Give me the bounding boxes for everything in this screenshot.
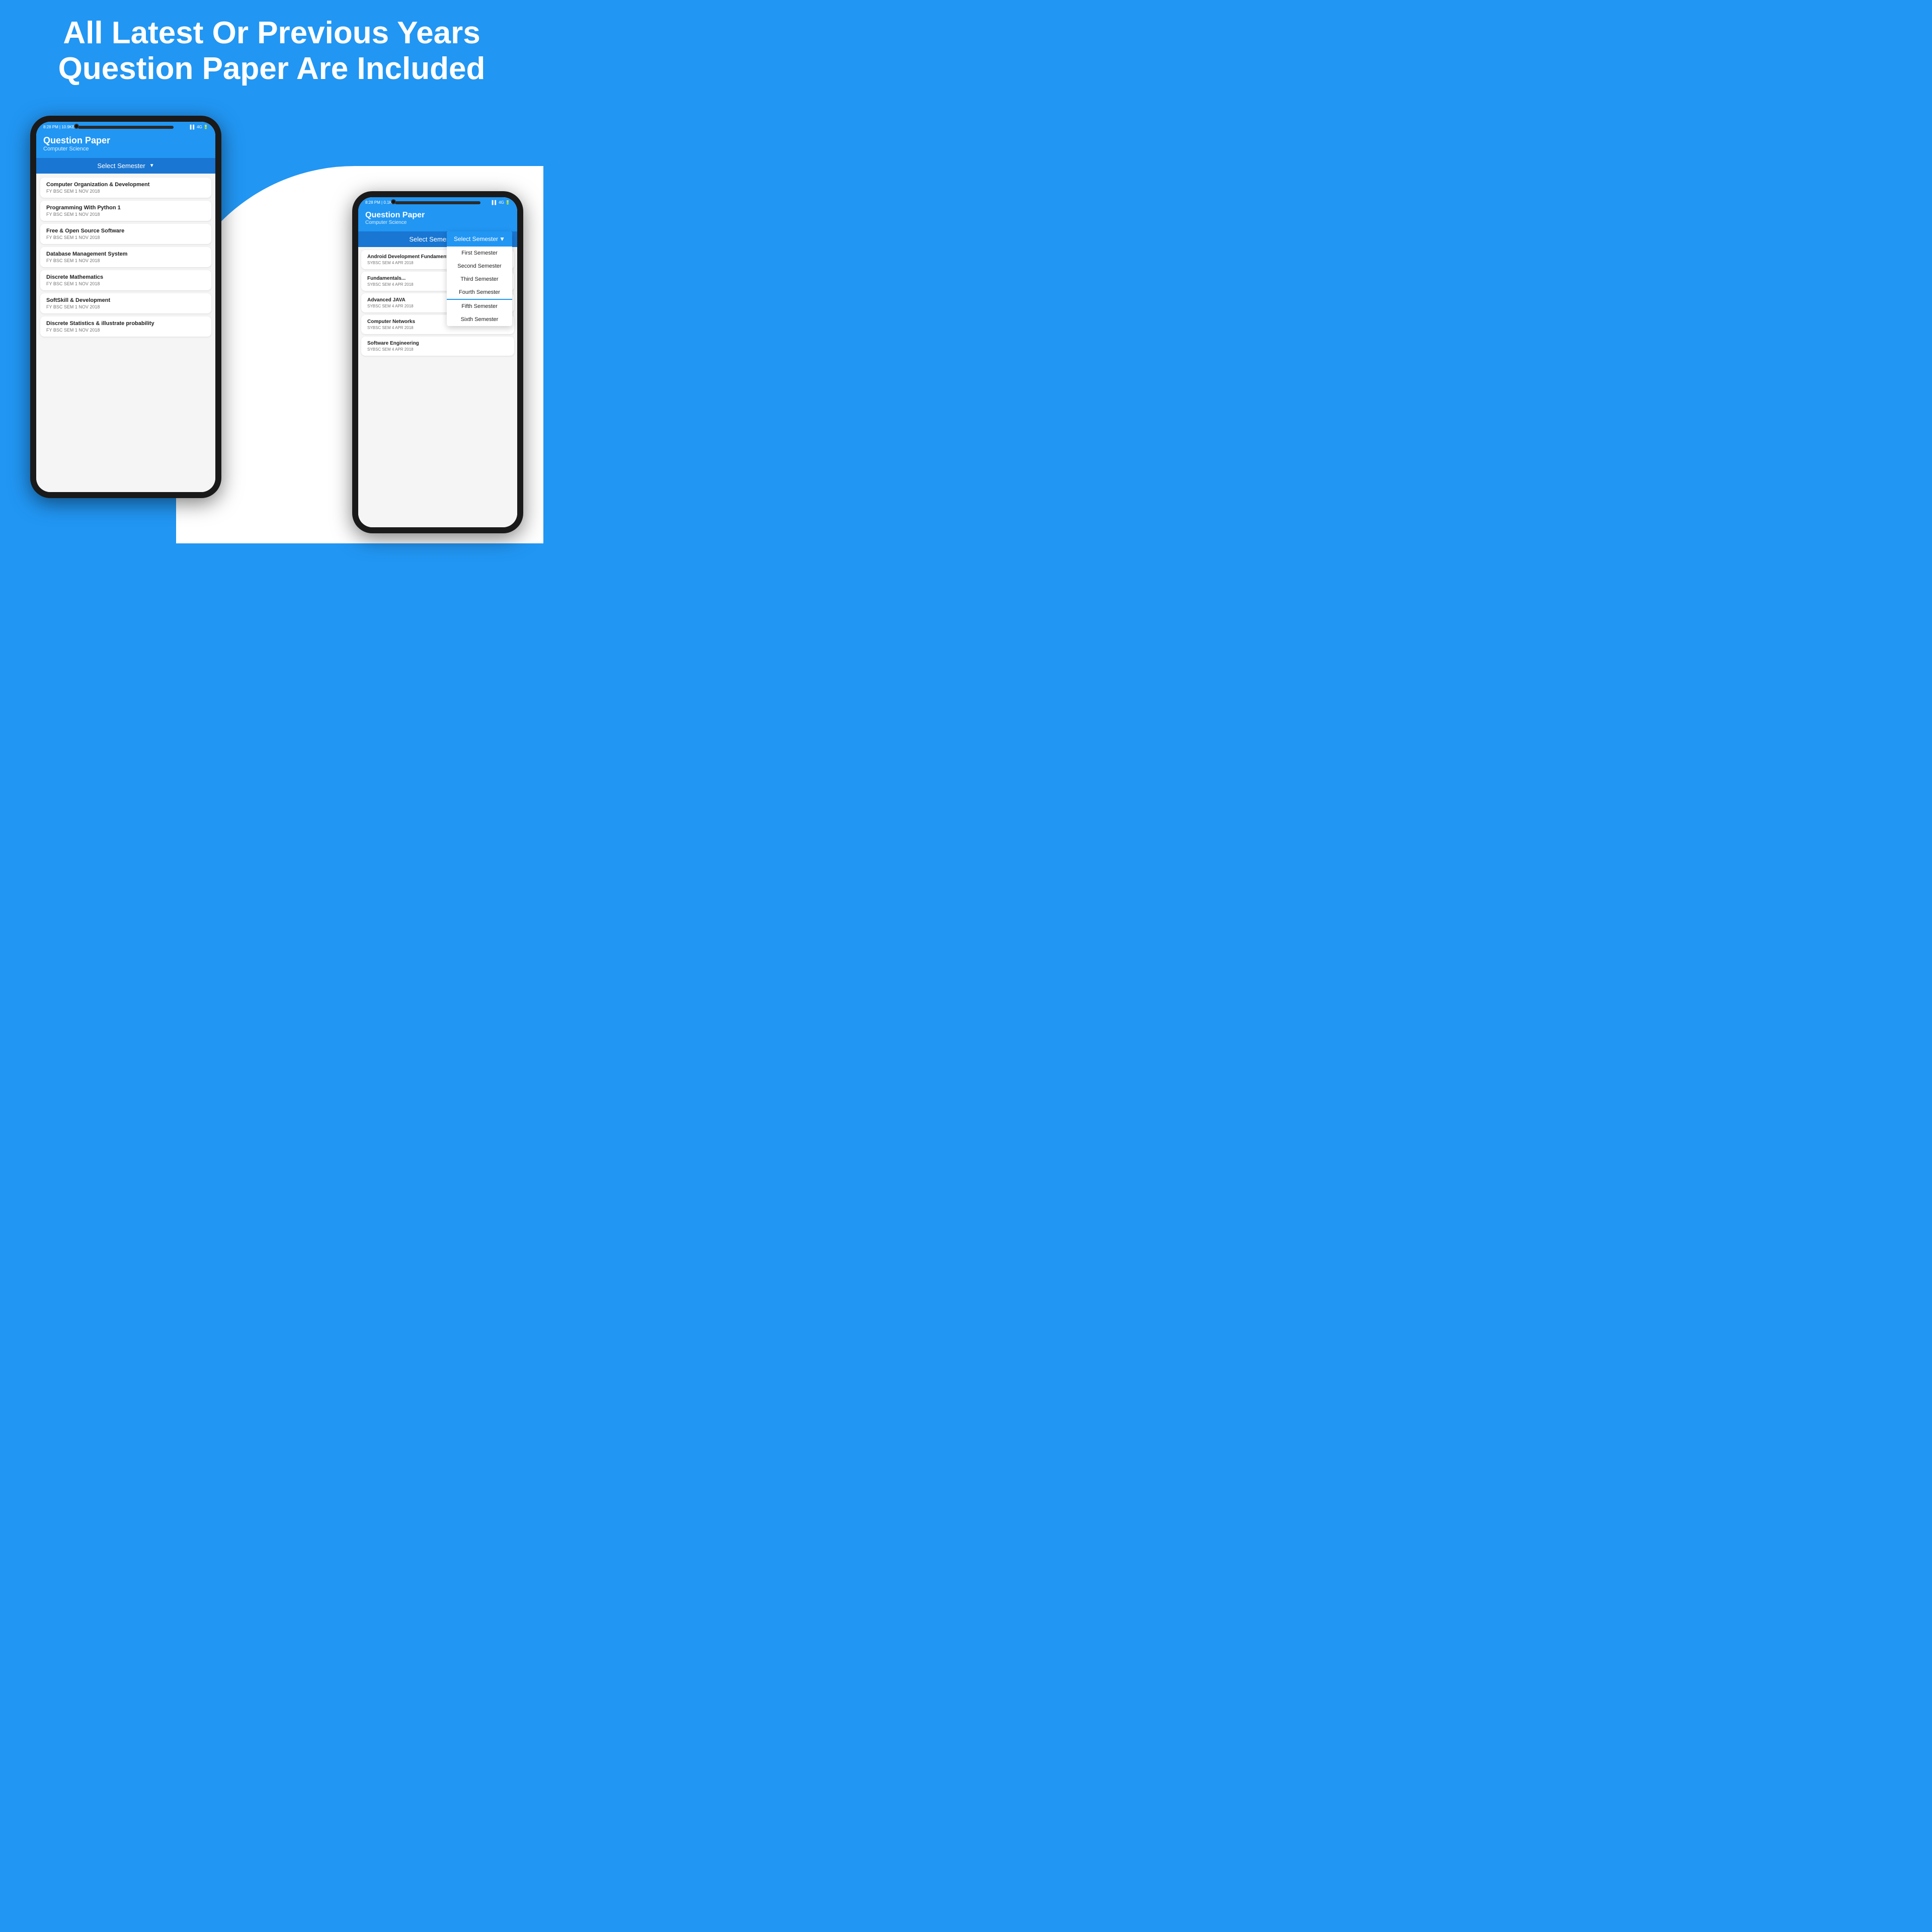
app-header-right: Question Paper Computer Science [358,207,517,231]
paper-card-1[interactable]: Computer Organization & Development FY B… [40,178,211,198]
semester-label-left: Select Semester [97,162,145,170]
semester-option-third[interactable]: Third Semester [447,273,512,286]
paper-title-5: Discrete Mathematics [46,274,205,280]
paper-card-3[interactable]: Free & Open Source Software FY BSC SEM 1… [40,224,211,244]
headline-line2: Question Paper Are Included [58,51,486,86]
dropdown-header-label: Select Semester [454,235,498,243]
phone-right-camera [391,199,396,204]
dropdown-arrow-left: ▼ [149,163,154,169]
phone-left-screen: 8:28 PM | 10.9KB/s ▌▌ 4G 🔋 Question Pape… [36,122,215,492]
paper-subtitle-5: FY BSC SEM 1 NOV 2018 [46,281,205,286]
phone-right-body: 8:28 PM | 0.1KB/s ▌▌ 4G 🔋 Question Paper… [352,191,523,533]
dropdown-area-right: Select Semester ▼ Select Semester ▼ Firs… [358,231,517,247]
header-section: All Latest Or Previous Years Question Pa… [0,15,543,87]
paper-title-r5: Software Engineering [367,341,508,346]
paper-title-7: Discrete Statistics & illustrate probabi… [46,320,205,327]
phone-right-screen: 8:28 PM | 0.1KB/s ▌▌ 4G 🔋 Question Paper… [358,197,517,527]
phone-left-speaker [78,126,174,129]
paper-card-4[interactable]: Database Management System FY BSC SEM 1 … [40,247,211,267]
status-icons-right: ▌▌ 4G 🔋 [492,200,510,205]
semester-dropdown-menu[interactable]: Select Semester ▼ First Semester Second … [447,231,512,326]
paper-subtitle-r4: SYBSC SEM 4 APR 2018 [367,326,508,330]
headline-line1: All Latest Or Previous Years [63,16,480,50]
paper-list-left: Computer Organization & Development FY B… [36,174,215,492]
app-subtitle-left: Computer Science [43,146,208,152]
semester-option-fifth[interactable]: Fifth Semester [447,300,512,313]
paper-subtitle-4: FY BSC SEM 1 NOV 2018 [46,258,205,263]
paper-title-6: SoftSkill & Development [46,297,205,303]
app-subtitle-right: Computer Science [365,220,510,225]
paper-subtitle-7: FY BSC SEM 1 NOV 2018 [46,328,205,333]
paper-title-2: Programming With Python 1 [46,205,205,211]
dropdown-header-arrow: ▼ [499,235,505,243]
phone-left: 8:28 PM | 10.9KB/s ▌▌ 4G 🔋 Question Pape… [30,116,221,498]
paper-card-7[interactable]: Discrete Statistics & illustrate probabi… [40,316,211,337]
phone-left-camera [74,124,79,129]
status-icons-left: ▌▌ 4G 🔋 [190,125,208,129]
app-title-left: Question Paper [43,135,208,146]
paper-subtitle-1: FY BSC SEM 1 NOV 2018 [46,189,205,194]
semester-option-fourth[interactable]: Fourth Semester [447,286,512,300]
paper-card-r5[interactable]: Software Engineering SYBSC SEM 4 APR 201… [361,337,514,356]
paper-title-3: Free & Open Source Software [46,228,205,234]
paper-card-2[interactable]: Programming With Python 1 FY BSC SEM 1 N… [40,201,211,221]
phone-right: 8:28 PM | 0.1KB/s ▌▌ 4G 🔋 Question Paper… [352,191,523,533]
semester-option-sixth[interactable]: Sixth Semester [447,313,512,326]
paper-subtitle-r5: SYBSC SEM 4 APR 2018 [367,347,508,352]
paper-subtitle-2: FY BSC SEM 1 NOV 2018 [46,212,205,217]
paper-card-5[interactable]: Discrete Mathematics FY BSC SEM 1 NOV 20… [40,270,211,290]
semester-bar-left[interactable]: Select Semester ▼ [36,158,215,174]
headline: All Latest Or Previous Years Question Pa… [20,15,523,87]
semester-select-left[interactable]: Select Semester ▼ [97,162,154,170]
paper-card-6[interactable]: SoftSkill & Development FY BSC SEM 1 NOV… [40,293,211,313]
app-header-left: Question Paper Computer Science [36,131,215,158]
semester-option-second[interactable]: Second Semester [447,260,512,273]
phone-left-body: 8:28 PM | 10.9KB/s ▌▌ 4G 🔋 Question Pape… [30,116,221,498]
app-title-right: Question Paper [365,211,510,220]
phone-right-speaker [395,201,480,204]
paper-title-1: Computer Organization & Development [46,182,205,188]
paper-subtitle-6: FY BSC SEM 1 NOV 2018 [46,304,205,309]
paper-title-4: Database Management System [46,251,205,257]
paper-subtitle-3: FY BSC SEM 1 NOV 2018 [46,235,205,240]
semester-option-first[interactable]: First Semester [447,247,512,260]
dropdown-header: Select Semester ▼ [447,231,512,247]
status-time-left: 8:28 PM | 10.9KB/s [43,125,78,129]
